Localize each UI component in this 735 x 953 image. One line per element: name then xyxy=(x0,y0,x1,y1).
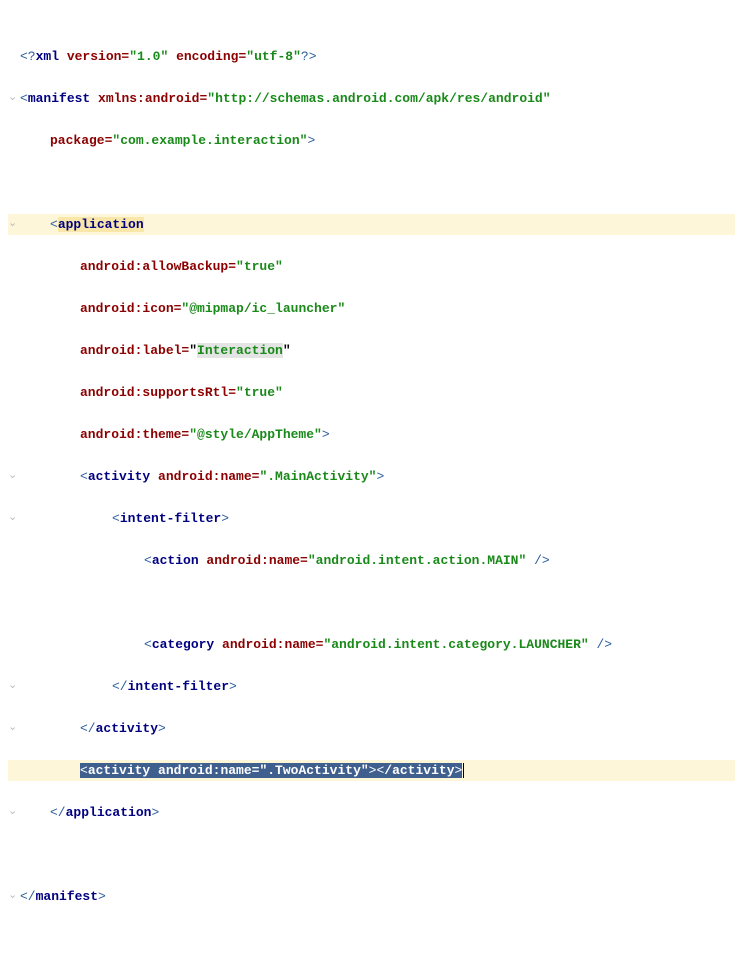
caret-icon xyxy=(463,763,464,778)
code-line-17: ⌄</activity> xyxy=(8,718,735,739)
code-line-14 xyxy=(8,592,735,613)
code-line-11: ⌄<activity android:name=".MainActivity"> xyxy=(8,466,735,487)
code-line-15: <category android:name="android.intent.c… xyxy=(8,634,735,655)
fold-icon[interactable]: ⌄ xyxy=(8,886,20,907)
fold-icon[interactable]: ⌄ xyxy=(8,88,20,109)
fold-icon[interactable]: ⌄ xyxy=(8,676,20,697)
code-line-21: ⌄</manifest> xyxy=(8,886,735,907)
fold-icon[interactable]: ⌄ xyxy=(8,214,20,235)
code-line-5: ⌄<application xyxy=(8,214,735,235)
code-line-8: android:label="Interaction" xyxy=(8,340,735,361)
code-line-12: ⌄<intent-filter> xyxy=(8,508,735,529)
fold-icon[interactable]: ⌄ xyxy=(8,466,20,487)
code-line-20 xyxy=(8,844,735,865)
code-line-6: android:allowBackup="true" xyxy=(8,256,735,277)
code-line-7: android:icon="@mipmap/ic_launcher" xyxy=(8,298,735,319)
code-line-3: package="com.example.interaction"> xyxy=(8,130,735,151)
code-line-9: android:supportsRtl="true" xyxy=(8,382,735,403)
code-editor[interactable]: <?xml version="1.0" encoding="utf-8"?> ⌄… xyxy=(0,0,735,953)
fold-icon[interactable]: ⌄ xyxy=(8,508,20,529)
code-line-18: <activity android:name=".TwoActivity"></… xyxy=(8,760,735,781)
code-line-4 xyxy=(8,172,735,193)
code-line-13: <action android:name="android.intent.act… xyxy=(8,550,735,571)
text-selection: <activity android:name=".TwoActivity"></… xyxy=(80,763,462,778)
code-line-16: ⌄</intent-filter> xyxy=(8,676,735,697)
fold-icon[interactable]: ⌄ xyxy=(8,718,20,739)
code-line-1: <?xml version="1.0" encoding="utf-8"?> xyxy=(8,46,735,67)
code-line-10: android:theme="@style/AppTheme"> xyxy=(8,424,735,445)
fold-icon[interactable]: ⌄ xyxy=(8,802,20,823)
code-line-2: ⌄<manifest xmlns:android="http://schemas… xyxy=(8,88,735,109)
code-line-19: ⌄</application> xyxy=(8,802,735,823)
